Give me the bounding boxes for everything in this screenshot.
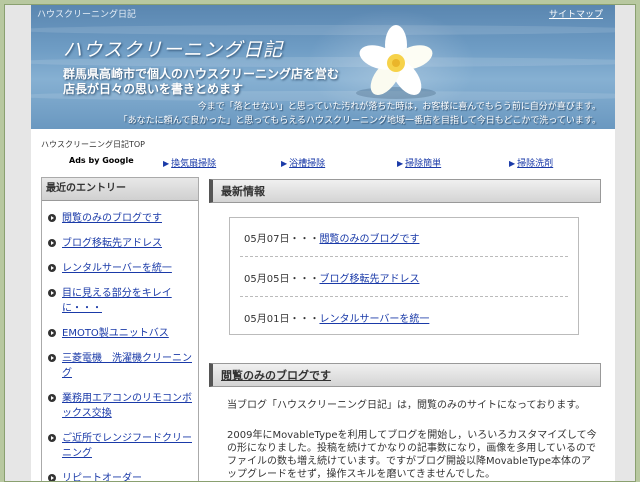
triangle-right-icon: ▶ bbox=[509, 159, 516, 168]
sidebar-entry-link[interactable]: レンタルサーバーを統一 bbox=[42, 261, 198, 276]
water-ripple bbox=[31, 25, 615, 35]
ads-by-google-label[interactable]: Ads by Google bbox=[69, 156, 134, 165]
article-paragraph-2: 2009年にMovableTypeを利用してブログを開始し，いろいろカスタマイズ… bbox=[227, 430, 597, 480]
entry-label: ご近所でレンジフードクリーニング bbox=[62, 433, 192, 459]
entry-label: レンタルサーバーを統一 bbox=[62, 263, 172, 274]
article-title: 閲覧のみのブログです bbox=[221, 369, 331, 382]
site-title[interactable]: ハウスクリーニング日記 bbox=[63, 35, 283, 62]
ad-link-bar: Ads by Google ▶ 換気扇掃除 ▶ 浴槽掃除 ▶ 掃除簡単 ▶ 掃除洗剤 bbox=[31, 156, 615, 170]
recent-entries-sidebar: 最近のエントリー 閲覧のみのブログです ブログ移転先アドレス レンタルサーバーを… bbox=[41, 177, 199, 481]
arrow-circle-icon bbox=[48, 329, 56, 337]
ad-link-4[interactable]: ▶ 掃除洗剤 bbox=[509, 156, 553, 169]
site-tagline: 群馬県高崎市で個人のハウスクリーニング店を営む 店長が日々の思いを書きとめます bbox=[63, 67, 339, 97]
sidebar-entry-link[interactable]: 目に見える部分をキレイに・・・ bbox=[42, 286, 198, 316]
sidebar-entry-link[interactable]: ブログ移転先アドレス bbox=[42, 236, 198, 251]
news-item: 05月01日・・・レンタルサーバーを統一 bbox=[244, 310, 429, 325]
sidebar-entry-link[interactable]: 閲覧のみのブログです bbox=[42, 211, 198, 226]
news-item: 05月07日・・・閲覧のみのブログです bbox=[244, 230, 419, 245]
arrow-circle-icon bbox=[48, 239, 56, 247]
ad-link-label: 掃除簡単 bbox=[405, 159, 442, 169]
ad-link-3[interactable]: ▶ 掃除簡単 bbox=[397, 156, 441, 169]
news-item: 05月05日・・・ブログ移転先アドレス bbox=[244, 270, 419, 285]
triangle-right-icon: ▶ bbox=[163, 159, 170, 168]
tagline-line-2: 店長が日々の思いを書きとめます bbox=[63, 82, 244, 96]
tagline-line-1: 群馬県高崎市で個人のハウスクリーニング店を営む bbox=[63, 67, 340, 81]
site-description-1: 今まで「落とせない」と思っていた汚れが落ちた時は，お客様に喜んでもらう前に自分が… bbox=[197, 102, 601, 112]
sidebar-entry-link[interactable]: EMOTO製ユニットバス bbox=[42, 326, 198, 341]
recent-entries-list: 閲覧のみのブログです ブログ移転先アドレス レンタルサーバーを統一 目に見える部… bbox=[42, 201, 198, 481]
news-heading: 最新情報 bbox=[209, 179, 601, 203]
arrow-circle-icon bbox=[48, 434, 56, 442]
site-description-2: 「あなたに頼んで良かった」と思ってもらえるハウスクリーニング地域一番店を目指して… bbox=[118, 116, 601, 126]
article-paragraph-1: 当ブログ「ハウスクリーニング日記」は，閲覧のみのサイトになっております。 bbox=[227, 400, 586, 411]
news-link[interactable]: 閲覧のみのブログです bbox=[319, 234, 419, 245]
news-date: 05月05日・・・ bbox=[244, 274, 320, 285]
arrow-circle-icon bbox=[48, 214, 56, 222]
triangle-right-icon: ▶ bbox=[281, 159, 288, 168]
ad-link-1[interactable]: ▶ 換気扇掃除 bbox=[163, 156, 216, 169]
site-name-small: ハウスクリーニング日記 bbox=[37, 10, 137, 20]
ad-link-label: 換気扇掃除 bbox=[171, 159, 217, 169]
entry-label: EMOTO製ユニットバス bbox=[62, 328, 169, 339]
entry-label: 目に見える部分をキレイに・・・ bbox=[62, 288, 172, 314]
arrow-circle-icon bbox=[48, 289, 56, 297]
entry-label: ブログ移転先アドレス bbox=[62, 238, 162, 249]
window-frame: ハウスクリーニング日記 サイトマップ ハウスクリーニング日記 群馬県高崎市で個人… bbox=[4, 4, 636, 482]
triangle-right-icon: ▶ bbox=[397, 159, 404, 168]
entry-label: 三菱電機 洗濯機クリーニング bbox=[62, 353, 192, 379]
arrow-circle-icon bbox=[48, 264, 56, 272]
news-link[interactable]: レンタルサーバーを統一 bbox=[319, 314, 429, 325]
ad-link-2[interactable]: ▶ 浴槽掃除 bbox=[281, 156, 325, 169]
sidebar-entry-link[interactable]: 業務用エアコンのリモコンボックス交換 bbox=[42, 391, 198, 421]
header-banner: ハウスクリーニング日記 サイトマップ ハウスクリーニング日記 群馬県高崎市で個人… bbox=[31, 5, 615, 129]
news-box: 05月07日・・・閲覧のみのブログです 05月05日・・・ブログ移転先アドレス … bbox=[229, 217, 579, 335]
ad-link-label: 浴槽掃除 bbox=[289, 159, 326, 169]
news-link[interactable]: ブログ移転先アドレス bbox=[319, 274, 419, 285]
breadcrumb[interactable]: ハウスクリーニング日記TOP bbox=[41, 139, 145, 150]
sidebar-heading: 最近のエントリー bbox=[42, 178, 198, 201]
divider bbox=[240, 256, 568, 257]
arrow-circle-icon bbox=[48, 354, 56, 362]
news-date: 05月01日・・・ bbox=[244, 314, 320, 325]
arrow-circle-icon bbox=[48, 394, 56, 402]
ad-link-label: 掃除洗剤 bbox=[517, 159, 554, 169]
page: ハウスクリーニング日記 サイトマップ ハウスクリーニング日記 群馬県高崎市で個人… bbox=[31, 5, 615, 481]
divider bbox=[240, 296, 568, 297]
right-gutter bbox=[615, 5, 635, 481]
sidebar-entry-link[interactable]: 三菱電機 洗濯機クリーニング bbox=[42, 351, 198, 381]
sidebar-entry-link[interactable]: ご近所でレンジフードクリーニング bbox=[42, 431, 198, 461]
entry-label: 業務用エアコンのリモコンボックス交換 bbox=[62, 393, 192, 419]
news-date: 05月07日・・・ bbox=[244, 234, 320, 245]
plumeria-flower-icon bbox=[356, 25, 436, 99]
left-gutter bbox=[5, 5, 31, 481]
article-heading[interactable]: 閲覧のみのブログです bbox=[209, 363, 601, 387]
sitemap-link[interactable]: サイトマップ bbox=[549, 7, 603, 20]
entry-label: 閲覧のみのブログです bbox=[62, 213, 162, 224]
